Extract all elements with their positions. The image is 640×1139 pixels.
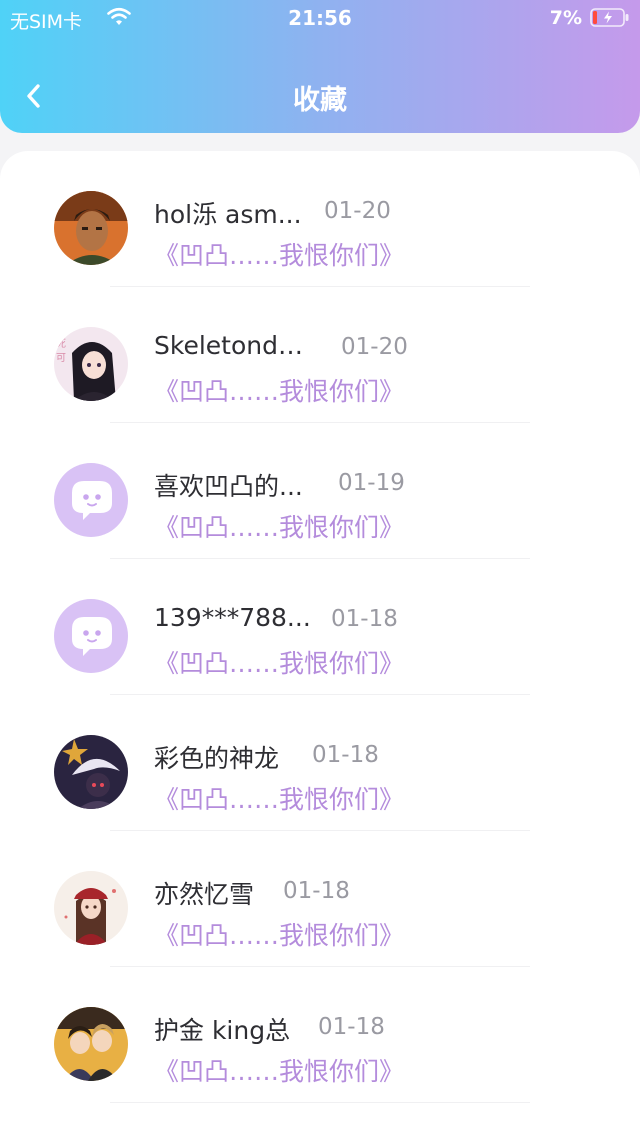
list-item[interactable]: 亦然忆雪 01-18 《凹凸……我恨你们》 <box>0 831 640 967</box>
list-item[interactable]: 139***788... 01-18 《凹凸……我恨你们》 <box>0 559 640 695</box>
list-item[interactable]: hol泺 asm... 01-20 《凹凸……我恨你们》 <box>0 151 640 287</box>
anime-girl-avatar-icon: 死 可 <box>54 327 128 401</box>
battery-icon <box>590 8 629 27</box>
post-title[interactable]: 《凹凸……我恨你们》 <box>154 236 404 272</box>
photo-man-avatar-icon <box>54 191 128 265</box>
list-item[interactable]: 彩色的神龙 01-18 《凹凸……我恨你们》 <box>0 695 640 831</box>
user-name: Skeletonde... <box>154 331 314 360</box>
battery-percent: 7% <box>549 7 582 29</box>
avatar[interactable] <box>54 871 128 945</box>
post-date: 01-18 <box>318 1014 385 1040</box>
status-bar: 无SIM卡 21:56 7% <box>0 0 640 36</box>
avatar[interactable] <box>54 599 128 673</box>
anime-witch-avatar-icon <box>54 735 128 809</box>
user-name: 139***788... <box>154 603 311 632</box>
svg-text:死: 死 <box>56 339 66 350</box>
favorites-list: hol泺 asm... 01-20 《凹凸……我恨你们》 死 可 Skeleto… <box>0 151 640 1139</box>
avatar[interactable]: 死 可 <box>54 327 128 401</box>
header-bar: 无SIM卡 21:56 7% 收藏 <box>0 0 640 133</box>
avatar[interactable] <box>54 191 128 265</box>
post-date: 01-20 <box>324 198 391 224</box>
user-name: hol泺 asm... <box>154 200 302 229</box>
post-date: 01-18 <box>312 742 379 768</box>
user-name: 彩色的神龙 <box>154 744 280 773</box>
avatar[interactable] <box>54 735 128 809</box>
post-date: 01-18 <box>331 606 398 632</box>
post-title[interactable]: 《凹凸……我恨你们》 <box>154 644 404 680</box>
page-title: 收藏 <box>293 85 347 116</box>
list-item[interactable]: 护金 king总 01-18 《凹凸……我恨你们》 <box>0 967 640 1103</box>
list-item[interactable]: 死 可 Skeletonde... 01-20 《凹凸……我恨你们》 <box>0 287 640 423</box>
post-title[interactable]: 《凹凸……我恨你们》 <box>154 508 404 544</box>
default-chat-avatar-icon <box>54 599 128 673</box>
post-title[interactable]: 《凹凸……我恨你们》 <box>154 780 404 816</box>
avatar[interactable] <box>54 1007 128 1081</box>
post-title[interactable]: 《凹凸……我恨你们》 <box>154 372 404 408</box>
default-chat-avatar-icon <box>54 463 128 537</box>
post-date: 01-20 <box>341 334 408 360</box>
anime-girl-hat-avatar-icon <box>54 871 128 945</box>
avatar[interactable] <box>54 463 128 537</box>
divider <box>110 1102 530 1103</box>
svg-text:可: 可 <box>56 353 66 364</box>
user-name: 亦然忆雪 <box>154 880 255 909</box>
status-time: 21:56 <box>288 6 352 30</box>
user-name: 喜欢凹凸的... <box>154 472 303 501</box>
post-date: 01-18 <box>283 878 350 904</box>
post-title[interactable]: 《凹凸……我恨你们》 <box>154 916 404 952</box>
user-name: 护金 king总 <box>154 1016 291 1045</box>
post-title[interactable]: 《凹凸……我恨你们》 <box>154 1052 404 1088</box>
list-item[interactable]: 喜欢凹凸的... 01-19 《凹凸……我恨你们》 <box>0 423 640 559</box>
anime-duo-avatar-icon <box>54 1007 128 1081</box>
post-date: 01-19 <box>338 470 405 496</box>
